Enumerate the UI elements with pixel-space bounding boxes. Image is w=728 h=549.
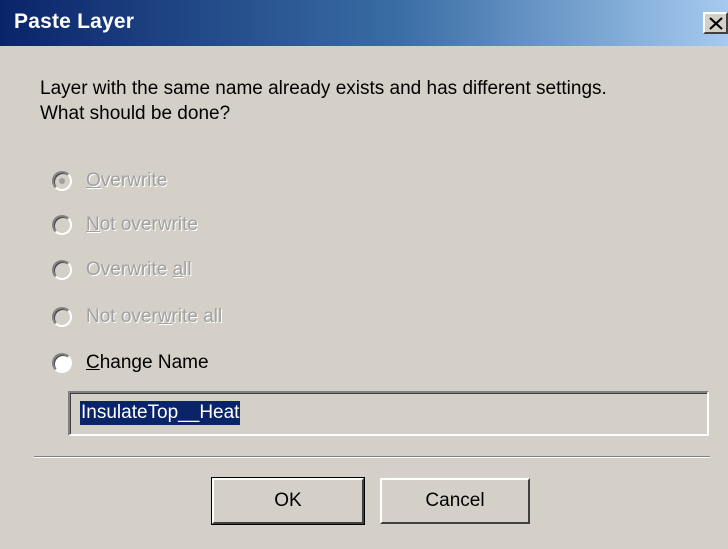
radio-label: Overwrite xyxy=(86,170,168,191)
dialog-message: Layer with the same name already exists … xyxy=(40,78,607,124)
close-button[interactable] xyxy=(703,12,728,34)
ok-button[interactable]: OK xyxy=(211,477,365,525)
radio-button-icon xyxy=(52,260,72,280)
radio-label: Change Name xyxy=(86,352,209,373)
window-title: Paste Layer xyxy=(14,10,135,33)
radio-button-icon xyxy=(52,171,72,191)
radio-button-icon xyxy=(52,353,72,373)
radio-label: Overwrite all xyxy=(86,259,192,280)
radio-button-icon xyxy=(52,215,72,235)
radio-label: Not overwrite xyxy=(86,214,198,235)
layer-name-value: InsulateTop__Heat xyxy=(80,401,241,425)
cancel-button[interactable]: Cancel xyxy=(380,478,530,524)
close-icon xyxy=(709,17,723,30)
radio-button-icon xyxy=(52,307,72,327)
divider xyxy=(34,456,710,458)
radio-overwrite-all[interactable]: Overwrite all xyxy=(52,257,192,283)
radio-change-name[interactable]: Change Name xyxy=(52,350,209,376)
radio-not-overwrite-all[interactable]: Not overwrite all xyxy=(52,304,222,330)
radio-overwrite[interactable]: Overwrite xyxy=(52,168,167,194)
title-bar[interactable]: Paste Layer xyxy=(0,0,728,46)
radio-label: Not overwrite all xyxy=(86,306,223,327)
paste-layer-dialog: Paste Layer Layer with the same name alr… xyxy=(0,0,728,549)
radio-not-overwrite[interactable]: Not overwrite xyxy=(52,212,198,238)
layer-name-input[interactable]: InsulateTop__Heat xyxy=(68,391,709,436)
